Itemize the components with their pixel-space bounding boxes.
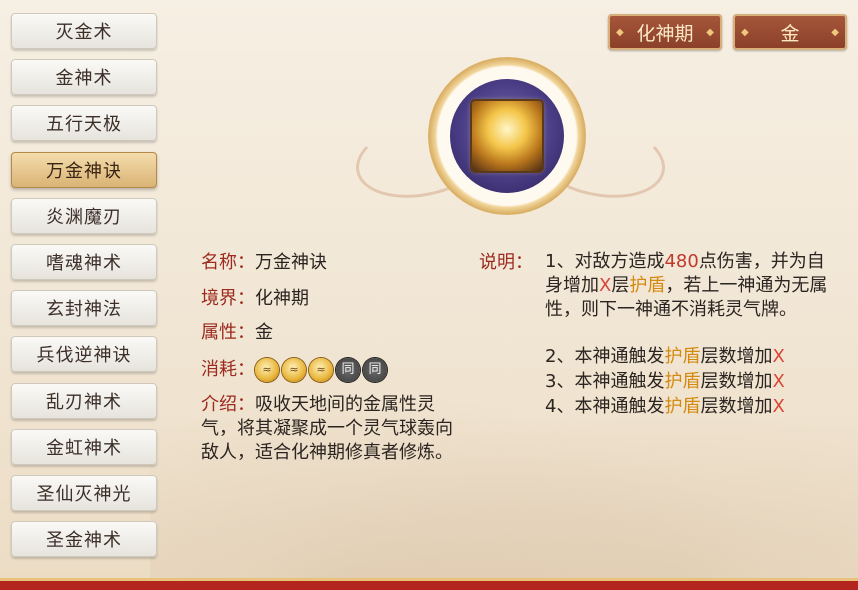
cost-label: 消耗： [201,359,255,380]
attribute-label: 属性： [201,322,255,343]
realm-tag: ◆ 化神期 ◆ [608,14,722,50]
description-line-2: 2、本神通触发护盾层数增加X [545,346,785,367]
skill-item-shi-hun-shen-shu[interactable]: 嗜魂神术 [11,243,157,280]
skill-item-sheng-jin-shen-shu[interactable]: 圣金神术 [11,521,157,558]
description-line-3: 3、本神通触发护盾层数增加X [545,371,785,392]
skill-name-row: 名称：万金神诀 [201,250,327,276]
x-placeholder: X [772,346,785,367]
skill-item-luan-ren-shen-shu[interactable]: 乱刃神术 [11,382,157,419]
skill-item-jin-shen-shu[interactable]: 金神术 [11,59,157,96]
realm-label: 境界： [201,288,255,309]
gold-qi-icon: ≈ [282,358,306,382]
tong-icon: 同 [336,358,360,382]
skill-list: 灭金术 金神术 五行天极 万金神诀 炎渊魔刃 嗜魂神术 玄封神法 兵伐逆神诀 乱… [11,13,157,567]
skill-realm-row: 境界：化神期 [201,286,309,312]
skill-item-wan-jin-shen-jue[interactable]: 万金神诀 [11,151,157,188]
attribute-tag-label: 金 [780,22,800,45]
description-line-1: 1、对敌方造成480点伤害，并为自身增加X层护盾，若上一神通为无属性，则下一神通… [545,251,828,320]
skill-intro: 介绍：吸收天地间的金属性灵气，将其凝聚成一个灵气球轰向敌人，适合化神期修真者修炼… [201,393,469,465]
skill-item-yan-yuan-mo-ren[interactable]: 炎渊魔刃 [11,197,157,234]
skill-item-jin-hong-shen-shu[interactable]: 金虹神术 [11,428,157,465]
realm-tag-label: 化神期 [636,22,694,45]
description-line-4: 4、本神通触发护盾层数增加X [545,396,785,417]
shield-keyword: 护盾 [629,275,666,296]
shield-keyword: 护盾 [664,371,701,392]
tong-icon: 同 [363,358,387,382]
diamond-icon: ◆ [831,26,839,38]
x-placeholder: X [599,275,612,296]
skill-cost-row: 消耗： ≈ ≈ ≈ 同 同 [201,357,390,383]
attribute-value: 金 [255,322,273,343]
realm-value: 化神期 [255,288,309,309]
skill-item-wu-xing-tian-ji[interactable]: 五行天极 [11,105,157,142]
shield-keyword: 护盾 [664,346,701,367]
name-label: 名称： [201,252,255,273]
name-value: 万金神诀 [255,252,327,273]
bottom-red-bar [0,581,858,590]
skill-golden-vortex-icon [472,101,542,171]
gold-qi-icon: ≈ [309,358,333,382]
skill-item-bing-fa-ni-shen-jue[interactable]: 兵伐逆神诀 [11,336,157,373]
diamond-icon: ◆ [706,26,714,38]
intro-label: 介绍： [201,394,255,415]
diamond-icon: ◆ [741,26,749,38]
skill-attribute-row: 属性：金 [201,320,273,346]
diamond-icon: ◆ [616,26,624,38]
damage-value: 480 [664,251,699,272]
x-placeholder: X [772,396,785,417]
skill-item-xuan-feng-shen-fa[interactable]: 玄封神法 [11,290,157,327]
x-placeholder: X [772,371,785,392]
description-label: 说明： [479,252,533,273]
attribute-tag: ◆ 金 ◆ [733,14,847,50]
gold-qi-icon: ≈ [255,358,279,382]
shield-keyword: 护盾 [664,396,701,417]
skill-item-mie-jin-shu[interactable]: 灭金术 [11,13,157,49]
skill-item-sheng-xian-mie-shen-guang[interactable]: 圣仙灭神光 [11,474,157,511]
